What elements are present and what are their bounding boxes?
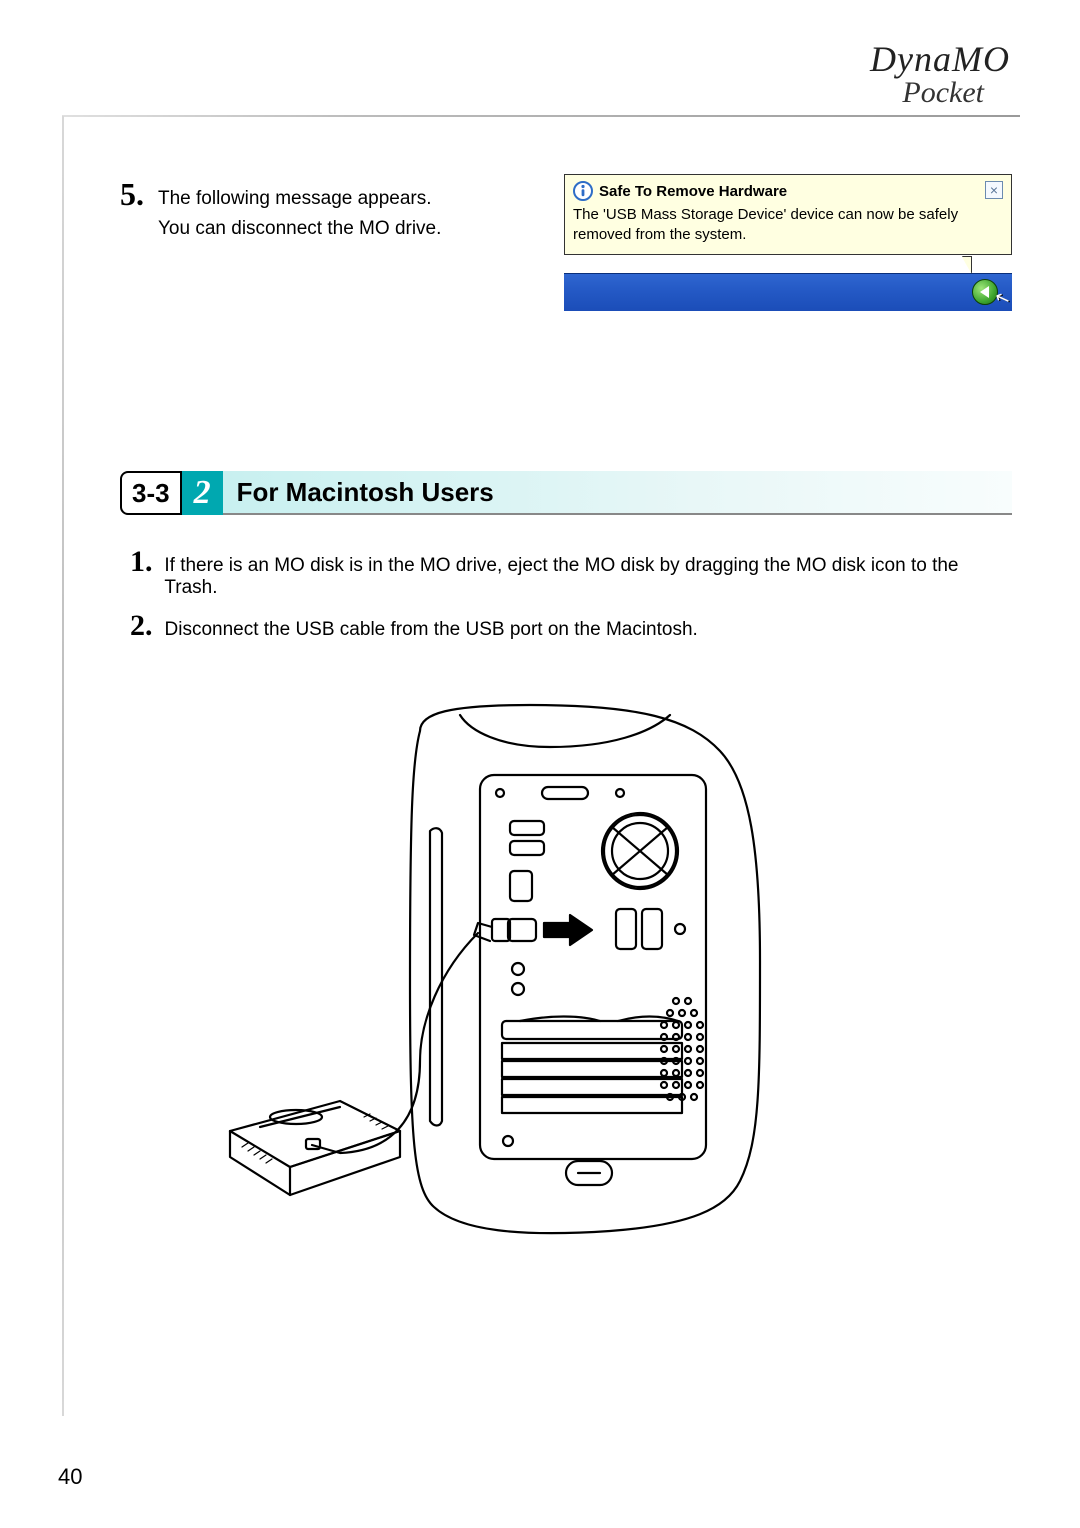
balloon-title: Safe To Remove Hardware: [599, 183, 787, 200]
brand-header: DynaMO Pocket: [0, 38, 1080, 110]
left-vertical-rule: [62, 116, 64, 1416]
step-text: The following message appears. You can d…: [158, 180, 552, 245]
section-heading: 3-3 2 For Macintosh Users: [120, 471, 1012, 515]
section-chip-number: 3-3: [120, 471, 182, 515]
list-item: 2. Disconnect the USB cable from the USB…: [130, 611, 1012, 641]
safe-remove-balloon-wrap: Safe To Remove Hardware × The 'USB Mass …: [564, 174, 1012, 311]
step-number: 2.: [130, 611, 153, 641]
step-text-line2: You can disconnect the MO drive.: [158, 214, 552, 244]
step-number: 5.: [120, 178, 146, 210]
cursor-icon: ↖: [992, 286, 1013, 311]
balloon-body: The 'USB Mass Storage Device' device can…: [573, 205, 1003, 244]
list-item: 1. If there is an MO disk is in the MO d…: [130, 547, 1012, 599]
balloon-title-row: Safe To Remove Hardware ×: [573, 181, 1003, 201]
page-number: 40: [58, 1464, 82, 1490]
close-icon[interactable]: ×: [985, 181, 1003, 199]
info-icon: [573, 181, 593, 201]
step-text: Disconnect the USB cable from the USB po…: [165, 619, 698, 641]
step-number: 1.: [130, 547, 152, 577]
mac-steps: 1. If there is an MO disk is in the MO d…: [120, 547, 1012, 641]
illustration-mac-usb-disconnect: [220, 701, 840, 1261]
step-text: If there is an MO disk is in the MO driv…: [164, 555, 1012, 599]
step-5-row: 5. The following message appears. You ca…: [120, 180, 1012, 311]
brand-line-1: DynaMO: [0, 38, 1010, 80]
page-content: 5. The following message appears. You ca…: [120, 180, 1012, 1488]
balloon-tail-inner: [962, 257, 971, 273]
section-chip-sub: 2: [182, 471, 223, 515]
safe-remove-balloon: Safe To Remove Hardware × The 'USB Mass …: [564, 174, 1012, 255]
brand-line-2: Pocket: [0, 76, 1010, 110]
step-text-line1: The following message appears.: [158, 188, 432, 209]
taskbar: ↖: [564, 273, 1012, 311]
section-title: For Macintosh Users: [223, 471, 1012, 515]
header-underline: [62, 115, 1020, 117]
